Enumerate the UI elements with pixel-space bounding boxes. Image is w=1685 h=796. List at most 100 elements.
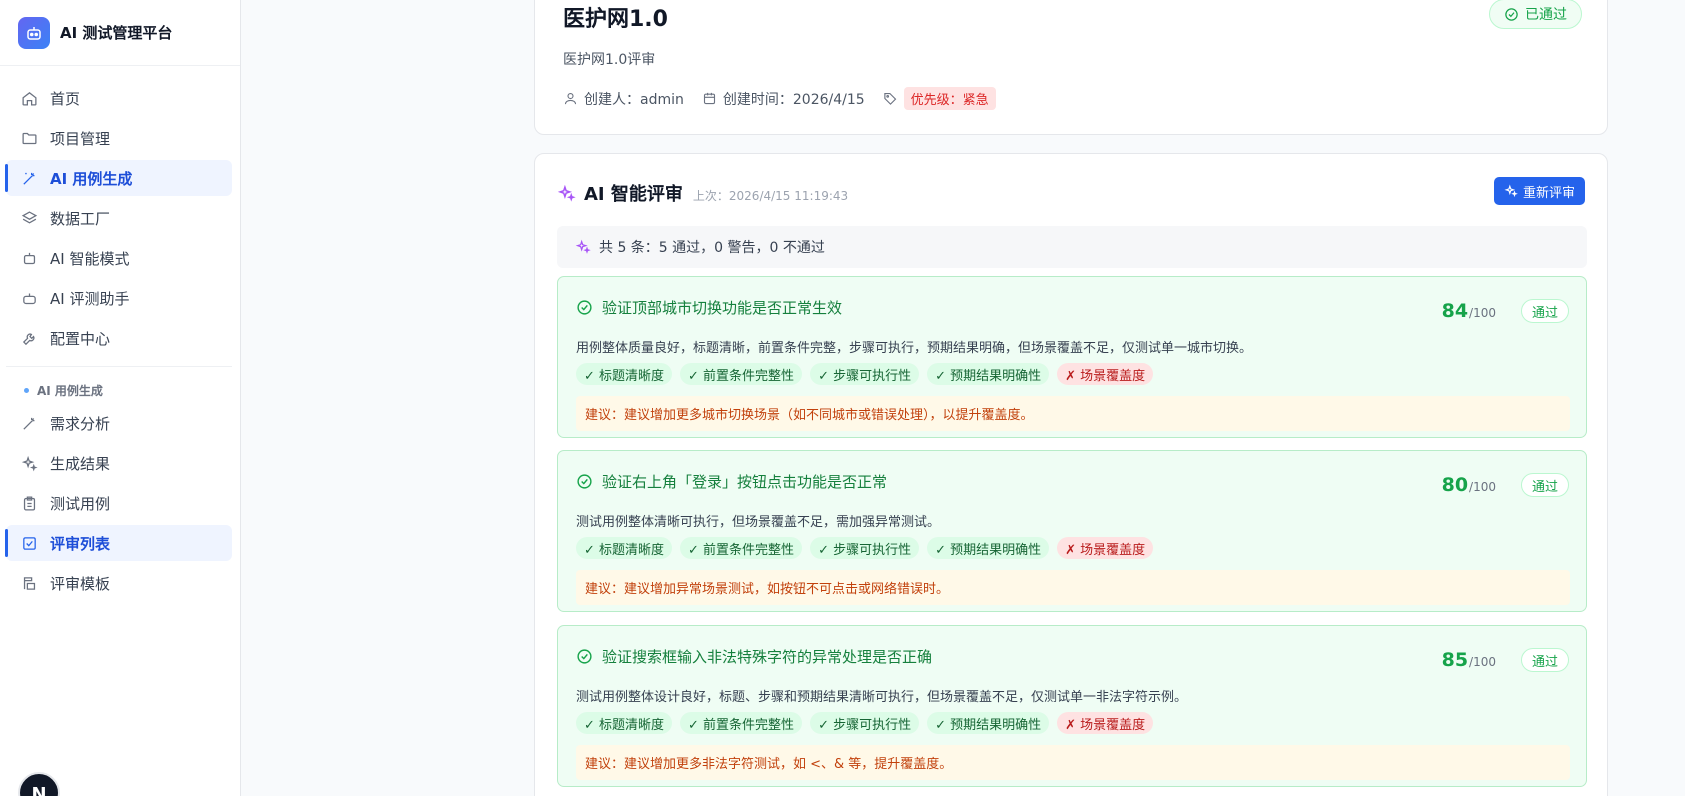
priority-badge: 优先级：紧急 bbox=[903, 87, 996, 110]
score-value: 85 bbox=[1441, 649, 1469, 671]
review-header: AI 智能评审 上次：2026/4/15 11:19:43 bbox=[557, 180, 848, 206]
priority-meta: 优先级：紧急 bbox=[883, 87, 996, 110]
case-score: 85 /100 bbox=[1442, 649, 1496, 671]
case-status-badge: 通过 bbox=[1520, 648, 1569, 672]
nav-item-label: 项目管理 bbox=[50, 129, 111, 148]
case-description: 测试用例整体清晰可执行，但场景覆盖不足，需加强异常测试。 bbox=[576, 515, 941, 530]
nav-item-label: 首页 bbox=[50, 89, 81, 108]
layers-icon bbox=[20, 209, 38, 227]
avatar[interactable]: N bbox=[18, 772, 60, 796]
score-value: 84 bbox=[1441, 300, 1469, 322]
page-title: 医护网1.0 bbox=[563, 7, 668, 32]
creator-text: 创建人：admin bbox=[584, 91, 684, 108]
nav-item-label: 数据工厂 bbox=[50, 209, 111, 228]
criteria-tag: ✓ 步骤可执行性 bbox=[810, 712, 920, 734]
check-circle-icon bbox=[576, 299, 593, 316]
tag-icon bbox=[883, 91, 898, 106]
review-case-item[interactable]: 验证顶部城市切换功能是否正常生效 84 /100 通过 用例整体质量良好，标题清… bbox=[557, 276, 1587, 438]
nav-item-generation-results[interactable]: 生成结果 bbox=[6, 445, 232, 481]
status-badge: 已通过 bbox=[1489, 0, 1582, 29]
check-circle-icon bbox=[1504, 7, 1519, 22]
criteria-tag: ✓ 前置条件完整性 bbox=[680, 363, 803, 385]
criteria-tag: ✓ 预期结果明确性 bbox=[927, 537, 1050, 559]
sparkles-icon bbox=[20, 454, 38, 472]
nav-item-config-center[interactable]: 配置中心 bbox=[6, 320, 232, 356]
case-criteria-tags: ✓ 标题清晰度 ✓ 前置条件完整性 ✓ 步骤可执行性 ✓ 预期结果明确性 ✗ 场… bbox=[576, 363, 1161, 385]
calendar-icon bbox=[702, 91, 717, 106]
clipboard-icon bbox=[20, 494, 38, 512]
summary-text: 共 5 条：5 通过，0 警告，0 不通过 bbox=[599, 240, 825, 256]
nav-item-test-cases[interactable]: 测试用例 bbox=[6, 485, 232, 521]
nav-item-ai-smart-mode[interactable]: AI 智能模式 bbox=[6, 240, 232, 276]
app-root: AI 测试管理平台 首页 项目管理 AI 用例生成 数据工厂 AI 智能模式 A… bbox=[0, 0, 1685, 796]
section-dot-icon bbox=[24, 387, 29, 393]
criteria-tag-failed: ✗ 场景覆盖度 bbox=[1057, 363, 1154, 385]
magic-wand-icon bbox=[20, 414, 38, 432]
nav-item-label: 测试用例 bbox=[50, 494, 111, 513]
sparkles-icon bbox=[1504, 184, 1518, 198]
sparkles-icon bbox=[575, 239, 591, 255]
case-suggestion: 建议：建议增加异常场景测试，如按钮不可点击或网络错误时。 bbox=[576, 570, 1570, 605]
criteria-tag: ✓ 预期结果明确性 bbox=[927, 363, 1050, 385]
folder-icon bbox=[20, 129, 38, 147]
case-status-badge: 通过 bbox=[1520, 473, 1569, 497]
nav-item-home[interactable]: 首页 bbox=[6, 80, 232, 116]
criteria-tag: ✓ 预期结果明确性 bbox=[927, 712, 1050, 734]
review-last-run: 上次：2026/4/15 11:19:43 bbox=[692, 189, 849, 203]
robot-icon bbox=[20, 249, 38, 267]
section-title-text: AI 用例生成 bbox=[37, 383, 103, 398]
user-icon bbox=[563, 91, 578, 106]
criteria-tag: ✓ 前置条件完整性 bbox=[680, 712, 803, 734]
nav-item-ai-case-gen[interactable]: AI 用例生成 bbox=[5, 160, 232, 196]
rerun-label: 重新评审 bbox=[1522, 185, 1575, 201]
review-case-item[interactable]: 验证搜索框输入非法特殊字符的异常处理是否正确 85 /100 通过 测试用例整体… bbox=[557, 625, 1587, 787]
nav-item-requirement-analysis[interactable]: 需求分析 bbox=[6, 405, 232, 441]
case-title: 验证顶部城市切换功能是否正常生效 bbox=[576, 297, 842, 318]
nav-item-ai-eval-assistant[interactable]: AI 评测助手 bbox=[6, 280, 232, 316]
robot-logo-icon bbox=[18, 16, 50, 49]
criteria-tag: ✓ 标题清晰度 bbox=[576, 363, 673, 385]
criteria-tag-failed: ✗ 场景覆盖度 bbox=[1057, 712, 1154, 734]
nav-item-label: 生成结果 bbox=[50, 454, 111, 473]
creator-meta: 创建人：admin bbox=[563, 89, 684, 109]
case-title-text: 验证顶部城市切换功能是否正常生效 bbox=[602, 299, 843, 317]
case-status-badge: 通过 bbox=[1520, 299, 1569, 323]
nav-item-projects[interactable]: 项目管理 bbox=[6, 120, 232, 156]
wrench-icon bbox=[20, 329, 38, 347]
review-case-item[interactable]: 验证右上角「登录」按钮点击功能是否正常 80 /100 通过 测试用例整体清晰可… bbox=[557, 450, 1587, 612]
home-icon bbox=[20, 89, 38, 107]
nav-item-label: AI 评测助手 bbox=[50, 289, 130, 308]
nav-item-review-templates[interactable]: 评审模板 bbox=[6, 565, 232, 601]
check-square-icon bbox=[20, 534, 38, 552]
case-title: 验证搜索框输入非法特殊字符的异常处理是否正确 bbox=[576, 646, 932, 667]
nav-item-label: AI 用例生成 bbox=[50, 169, 133, 188]
rerun-review-button[interactable]: 重新评审 bbox=[1493, 177, 1585, 205]
nav-item-label: AI 智能模式 bbox=[50, 249, 130, 268]
case-description: 用例整体质量良好，标题清晰，前置条件完整，步骤可执行，预期结果明确，但场景覆盖不… bbox=[576, 341, 1253, 356]
nav-divider bbox=[6, 366, 232, 367]
case-score: 84 /100 bbox=[1442, 300, 1496, 322]
criteria-tag: ✓ 标题清晰度 bbox=[576, 537, 673, 559]
case-criteria-tags: ✓ 标题清晰度 ✓ 前置条件完整性 ✓ 步骤可执行性 ✓ 预期结果明确性 ✗ 场… bbox=[576, 712, 1161, 734]
requirement-meta: 创建人：admin 创建时间：2026/4/15 优先级：紧急 bbox=[563, 87, 1014, 110]
brand-title: AI 测试管理平台 bbox=[60, 24, 173, 42]
score-max: /100 bbox=[1469, 480, 1496, 494]
criteria-tag-failed: ✗ 场景覆盖度 bbox=[1057, 537, 1154, 559]
template-icon bbox=[20, 574, 38, 592]
bot-icon bbox=[20, 289, 38, 307]
brand: AI 测试管理平台 bbox=[0, 0, 240, 66]
criteria-tag: ✓ 前置条件完整性 bbox=[680, 537, 803, 559]
criteria-tag: ✓ 标题清晰度 bbox=[576, 712, 673, 734]
nav-item-label: 评审列表 bbox=[50, 534, 111, 553]
requirement-card: 医护网1.0 已通过 医护网1.0评审 创建人：admin 创建时间：2026/… bbox=[534, 0, 1608, 135]
case-title-text: 验证右上角「登录」按钮点击功能是否正常 bbox=[602, 473, 888, 491]
ai-review-card: AI 智能评审 上次：2026/4/15 11:19:43 重新评审 共 5 条… bbox=[534, 153, 1608, 796]
score-value: 80 bbox=[1441, 474, 1469, 496]
nav-item-review-list[interactable]: 评审列表 bbox=[5, 525, 232, 561]
sidebar: AI 测试管理平台 首页 项目管理 AI 用例生成 数据工厂 AI 智能模式 A… bbox=[0, 0, 241, 796]
magic-wand-icon bbox=[20, 169, 38, 187]
nav-item-data-factory[interactable]: 数据工厂 bbox=[6, 200, 232, 236]
review-title: AI 智能评审 bbox=[584, 184, 683, 205]
nav-item-label: 需求分析 bbox=[50, 414, 111, 433]
criteria-tag: ✓ 步骤可执行性 bbox=[810, 363, 920, 385]
